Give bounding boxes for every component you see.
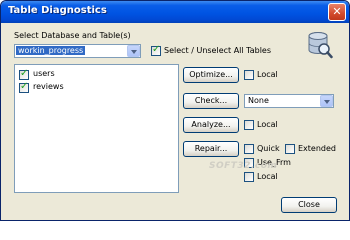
database-select-value: workin_progress <box>16 46 86 55</box>
select-all-checkbox[interactable] <box>151 44 161 56</box>
analyze-local-checkbox[interactable] <box>244 120 254 130</box>
close-icon: ✕ <box>332 5 342 18</box>
close-button[interactable]: Close <box>281 197 337 213</box>
chevron-down-icon[interactable] <box>127 45 140 57</box>
repair-extended-checkbox[interactable] <box>285 144 295 154</box>
table-users-checkbox[interactable] <box>19 68 29 80</box>
database-search-icon <box>308 32 333 59</box>
repair-button[interactable]: Repair... <box>183 141 239 157</box>
repair-extended-label: Extended <box>298 144 336 153</box>
table-users-label[interactable]: users <box>33 69 55 78</box>
watermark: SOFT32.com <box>209 161 278 171</box>
database-select[interactable]: workin_progress <box>14 44 141 58</box>
check-option-value: None <box>248 96 269 105</box>
repair-local-checkbox[interactable] <box>244 172 254 182</box>
table-diagnostics-window: Table Diagnostics ✕ Select Database and … <box>0 0 350 221</box>
window-title: Table Diagnostics <box>8 5 107 16</box>
select-database-label: Select Database and Table(s) <box>14 31 131 40</box>
optimize-local-label: Local <box>257 70 278 79</box>
analyze-local-label: Local <box>257 120 278 129</box>
table-reviews-label[interactable]: reviews <box>33 82 64 91</box>
repair-quick-checkbox[interactable] <box>244 144 254 154</box>
optimize-button[interactable]: Optimize... <box>183 67 239 83</box>
repair-quick-label: Quick <box>257 144 280 153</box>
title-bar[interactable]: Table Diagnostics ✕ <box>1 1 349 23</box>
select-all-label: Select / Unselect All Tables <box>164 46 272 55</box>
analyze-button[interactable]: Analyze... <box>183 117 239 133</box>
repair-local-label: Local <box>257 172 278 181</box>
window-close-button[interactable]: ✕ <box>328 3 346 21</box>
check-option-select[interactable]: None <box>244 94 334 108</box>
optimize-local-checkbox[interactable] <box>244 70 254 80</box>
tables-list[interactable]: users reviews <box>14 64 179 193</box>
chevron-down-icon[interactable] <box>320 95 333 107</box>
check-button[interactable]: Check... <box>183 93 239 109</box>
table-reviews-checkbox[interactable] <box>19 81 29 93</box>
